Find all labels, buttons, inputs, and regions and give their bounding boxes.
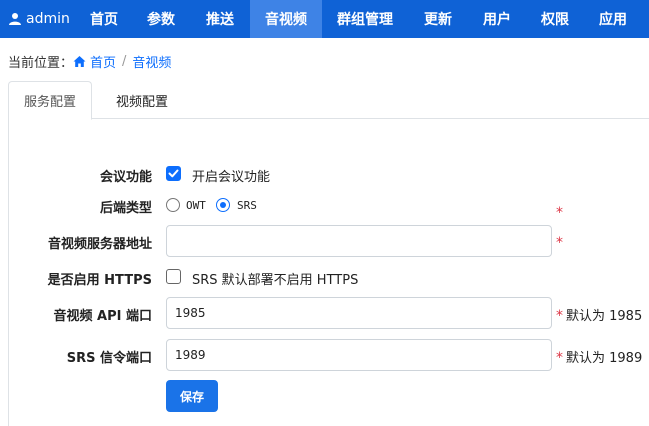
https-checkbox[interactable] — [166, 269, 181, 284]
nav-item-update[interactable]: 更新 — [408, 0, 468, 38]
signal-port-hint: 默认为 1989 — [566, 351, 643, 366]
nav-item-push[interactable]: 推送 — [190, 0, 250, 38]
tab-service-config[interactable]: 服务配置 — [8, 81, 92, 120]
tab-video-config[interactable]: 视频配置 — [92, 81, 192, 119]
nav-item-permissions[interactable]: 权限 — [526, 0, 584, 38]
breadcrumb-home-link[interactable]: 首页 — [90, 52, 116, 71]
check-icon — [168, 169, 179, 178]
user-menu[interactable]: admin — [0, 0, 76, 38]
nav-item-group-manage[interactable]: 群组管理 — [322, 0, 408, 38]
nav-item-home[interactable]: 首页 — [76, 0, 132, 38]
nav-item-users[interactable]: 用户 — [468, 0, 526, 38]
backend-owt-label: OWT — [186, 199, 206, 212]
tab-bar: 服务配置 视频配置 — [8, 81, 649, 120]
nav-item-apps[interactable]: 应用 — [584, 0, 642, 38]
https-checkbox-label: SRS 默认部署不启用 HTTPS — [192, 273, 359, 288]
home-icon — [73, 55, 86, 67]
save-button[interactable]: 保存 — [166, 380, 218, 412]
api-port-label: 音视频 API 端口 — [53, 309, 152, 324]
nav-item-params[interactable]: 参数 — [132, 0, 190, 38]
signal-port-label: SRS 信令端口 — [66, 351, 152, 366]
breadcrumb-current[interactable]: 音视频 — [132, 52, 171, 71]
username: admin — [26, 11, 70, 27]
signal-port-required-mark: * — [556, 350, 563, 366]
api-port-hint: 默认为 1985 — [566, 309, 643, 324]
server-address-required-mark: * — [556, 235, 563, 251]
top-navbar: admin 首页 参数 推送 音视频 群组管理 更新 用户 权限 应用 — [0, 0, 649, 38]
meeting-feature-checkbox[interactable] — [166, 166, 181, 181]
backend-srs-radio[interactable] — [216, 198, 230, 212]
backend-required-mark: * — [556, 205, 563, 221]
signal-port-input[interactable] — [166, 339, 552, 371]
backend-type-label: 后端类型 — [99, 201, 152, 216]
api-port-input[interactable] — [166, 297, 552, 329]
breadcrumb-prefix: 当前位置： — [8, 55, 74, 71]
backend-srs-label: SRS — [237, 199, 257, 212]
backend-owt-radio[interactable] — [166, 198, 180, 212]
nav-item-av[interactable]: 音视频 — [250, 0, 322, 38]
breadcrumb: 当前位置： 首页 / 音视频 — [8, 52, 171, 71]
meeting-feature-label: 会议功能 — [99, 170, 152, 185]
api-port-required-mark: * — [556, 308, 563, 324]
meeting-feature-checkbox-label: 开启会议功能 — [192, 170, 271, 185]
server-address-input[interactable] — [166, 225, 552, 257]
https-label: 是否启用 HTTPS — [47, 273, 152, 288]
server-address-label: 音视频服务器地址 — [47, 237, 152, 252]
user-icon — [9, 13, 21, 25]
breadcrumb-separator: / — [122, 53, 127, 69]
